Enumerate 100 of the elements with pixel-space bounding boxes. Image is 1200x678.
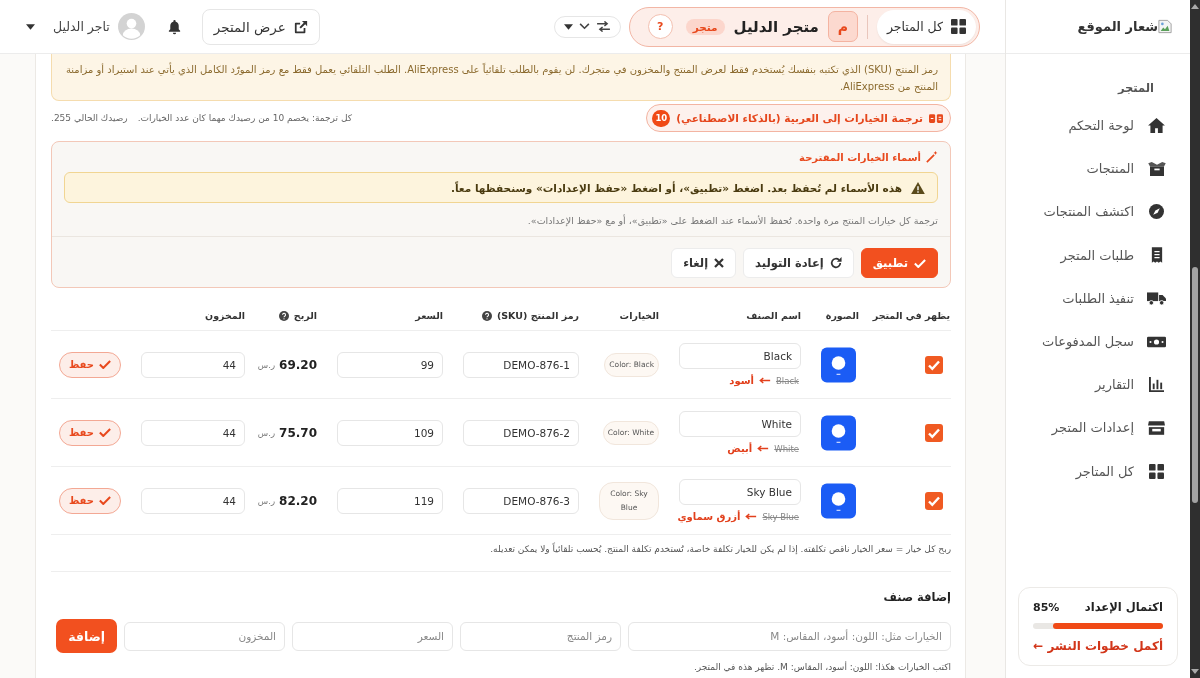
- sku-field[interactable]: DEMO-876-3: [463, 487, 579, 514]
- home-icon: [1148, 118, 1165, 134]
- sidebar-item[interactable]: طلبات المتجر: [1006, 233, 1190, 277]
- caret-down-icon: [26, 23, 35, 30]
- checkbox[interactable]: [925, 355, 943, 374]
- add-button[interactable]: إضافة: [56, 619, 117, 653]
- sidebar-item[interactable]: المنتجات: [1006, 147, 1190, 191]
- sidebar-section-label: المتجر: [1116, 80, 1155, 97]
- translated-name: أسود: [729, 375, 754, 386]
- scrollbar-thumb[interactable]: [1192, 267, 1198, 503]
- translate-icon: [929, 113, 943, 123]
- column-header: اسم الصنف: [746, 310, 801, 321]
- sidebar-item[interactable]: كل المتاجر: [1006, 449, 1190, 493]
- column-header: رمز المنتج (SKU): [496, 310, 579, 321]
- sidebar-item[interactable]: لوحة التحكم: [1006, 104, 1190, 148]
- store-type-badge: متجر: [685, 18, 725, 35]
- notifications-button[interactable]: [166, 18, 182, 35]
- profit-note: ربح كل خيار = سعر الخيار ناقص تكلفته. إذا لم يكن للخيار تكلفة خاصة، تُستخدم تكلفة المنتج. يُحسب تلقائياً ولا يمكن تعديله.: [51, 535, 951, 572]
- column-header: السعر: [415, 310, 443, 321]
- caret-down-icon: [563, 23, 573, 30]
- suggestions-title: أسماء الخيارات المقترحة: [799, 151, 921, 163]
- checkbox[interactable]: [925, 491, 943, 510]
- check-icon: [99, 428, 111, 437]
- profit-value: 75.70: [279, 425, 317, 440]
- swap-icon: [595, 21, 611, 32]
- profit-value: 69.20: [279, 357, 317, 372]
- arrow-left-icon: [745, 513, 758, 520]
- sku-notice: رمز المنتج (SKU) الذي تكتبه بنفسك يُستخدم فقط لعرض المنتج والمخزون في متجرك. لن يقوم بالطلب تلقائياً على AliExpress. الطلب التلقائي يعمل فقط مع رمز المورّد الكامل الذي يأتي عند استيراد أو مزامنة المنتج من AliExpress.: [51, 54, 951, 101]
- original-name: Sky Blue: [762, 511, 799, 522]
- warning-icon: [911, 181, 925, 194]
- currency-label: ر.س: [257, 427, 276, 438]
- price-field[interactable]: 99: [337, 351, 443, 378]
- check-icon: [99, 360, 111, 369]
- sidebar-item[interactable]: التقارير: [1006, 363, 1190, 407]
- regenerate-button[interactable]: إعادة التوليد: [743, 248, 854, 278]
- grid-icon: [951, 19, 966, 34]
- view-store-button[interactable]: عرض المتجر: [201, 8, 320, 45]
- options-hint: اكتب الخيارات هكذا: اللون: أسود، المقاس: M. تظهر هذه في المتجر.: [692, 660, 951, 672]
- variant-name-field[interactable]: Sky Blue: [679, 479, 801, 505]
- stock-field[interactable]: 44: [141, 351, 245, 378]
- column-header: الصورة: [825, 310, 859, 321]
- sku-field[interactable]: رمز المنتج: [460, 621, 621, 651]
- user-avatar-icon: [117, 13, 145, 40]
- cancel-button[interactable]: إلغاء: [671, 248, 737, 278]
- price-field[interactable]: 109: [337, 419, 443, 446]
- column-header: الربح: [293, 310, 317, 321]
- credit-cost-note: كل ترجمة: يخصم 10 من رصيدك مهما كان عدد الخيارات.: [137, 113, 353, 123]
- original-name: White: [774, 443, 799, 454]
- scroll-down-icon[interactable]: [1191, 669, 1199, 674]
- all-stores-button[interactable]: كل المتاجر: [876, 9, 976, 44]
- stock-field[interactable]: 44: [141, 419, 245, 446]
- help-button[interactable]: ?: [647, 14, 673, 39]
- add-variant-title: إضافة صنف: [882, 589, 951, 606]
- setup-title: اكتمال الإعداد: [1084, 600, 1163, 614]
- refresh-icon: [829, 257, 842, 269]
- close-icon: [714, 258, 725, 268]
- original-name: Black: [776, 375, 799, 386]
- sku-field[interactable]: DEMO-876-1: [463, 351, 579, 378]
- box-icon: [1147, 161, 1166, 176]
- banknote-icon: [1147, 334, 1166, 349]
- translated-name: أبيض: [727, 443, 753, 454]
- currency-label: ر.س: [257, 495, 276, 506]
- price-field[interactable]: السعر: [292, 621, 453, 651]
- sidebar-item[interactable]: سجل المدفوعات: [1006, 319, 1190, 364]
- checkbox[interactable]: [925, 423, 943, 442]
- scrollbar[interactable]: [1190, 0, 1200, 678]
- publish-steps-link[interactable]: أكمل خطوات النشر ←: [1033, 639, 1163, 653]
- compass-icon: [1149, 204, 1164, 220]
- apply-button[interactable]: تطبيق: [860, 248, 938, 278]
- store-select[interactable]: [553, 15, 621, 38]
- user-menu-button[interactable]: تاجر الدليل: [26, 13, 145, 40]
- bell-icon: [166, 18, 182, 35]
- store-name: متجر الدليل: [733, 17, 819, 36]
- check-icon: [99, 496, 111, 505]
- truck-icon: [1147, 290, 1166, 306]
- stock-field[interactable]: 44: [141, 487, 245, 514]
- sidebar-item[interactable]: اكتشف المنتجات: [1006, 190, 1190, 234]
- store-icon: [1148, 420, 1165, 435]
- column-header: المخزون: [205, 310, 245, 321]
- variant-name-field[interactable]: White: [679, 411, 801, 437]
- sidebar-item[interactable]: إعدادات المتجر: [1006, 406, 1190, 450]
- options-field[interactable]: الخيارات مثل: اللون: أسود، المقاس: M: [628, 621, 951, 651]
- setup-percent: 85%: [1033, 600, 1060, 614]
- profit-value: 82.20: [279, 493, 317, 508]
- price-field[interactable]: 119: [337, 487, 443, 514]
- stock-field[interactable]: المخزون: [124, 621, 285, 651]
- scroll-up-icon[interactable]: [1191, 4, 1199, 9]
- variant-name-field[interactable]: Black: [679, 343, 801, 369]
- arrow-left-icon: [757, 445, 770, 452]
- site-logo-text: شعار الموقع: [1077, 19, 1158, 34]
- credit-balance: رصيدك الحالي 255.: [51, 113, 128, 123]
- check-icon: [914, 258, 926, 268]
- sku-field[interactable]: DEMO-876-2: [463, 419, 579, 446]
- column-header: الخيارات: [619, 310, 659, 321]
- receipt-icon: [1150, 247, 1163, 264]
- translated-name: أزرق سماوي: [677, 511, 741, 522]
- sidebar-item[interactable]: تنفيذ الطلبات: [1006, 276, 1190, 320]
- suggestions-description: ترجمة كل خيارات المنتج مرة واحدة. تُحفظ الأسماء عند الضغط على «تطبيق»، أو مع «حفظ الإعدادات».: [52, 203, 950, 237]
- currency-label: ر.س: [257, 359, 276, 370]
- product-image-placeholder: [821, 414, 856, 451]
